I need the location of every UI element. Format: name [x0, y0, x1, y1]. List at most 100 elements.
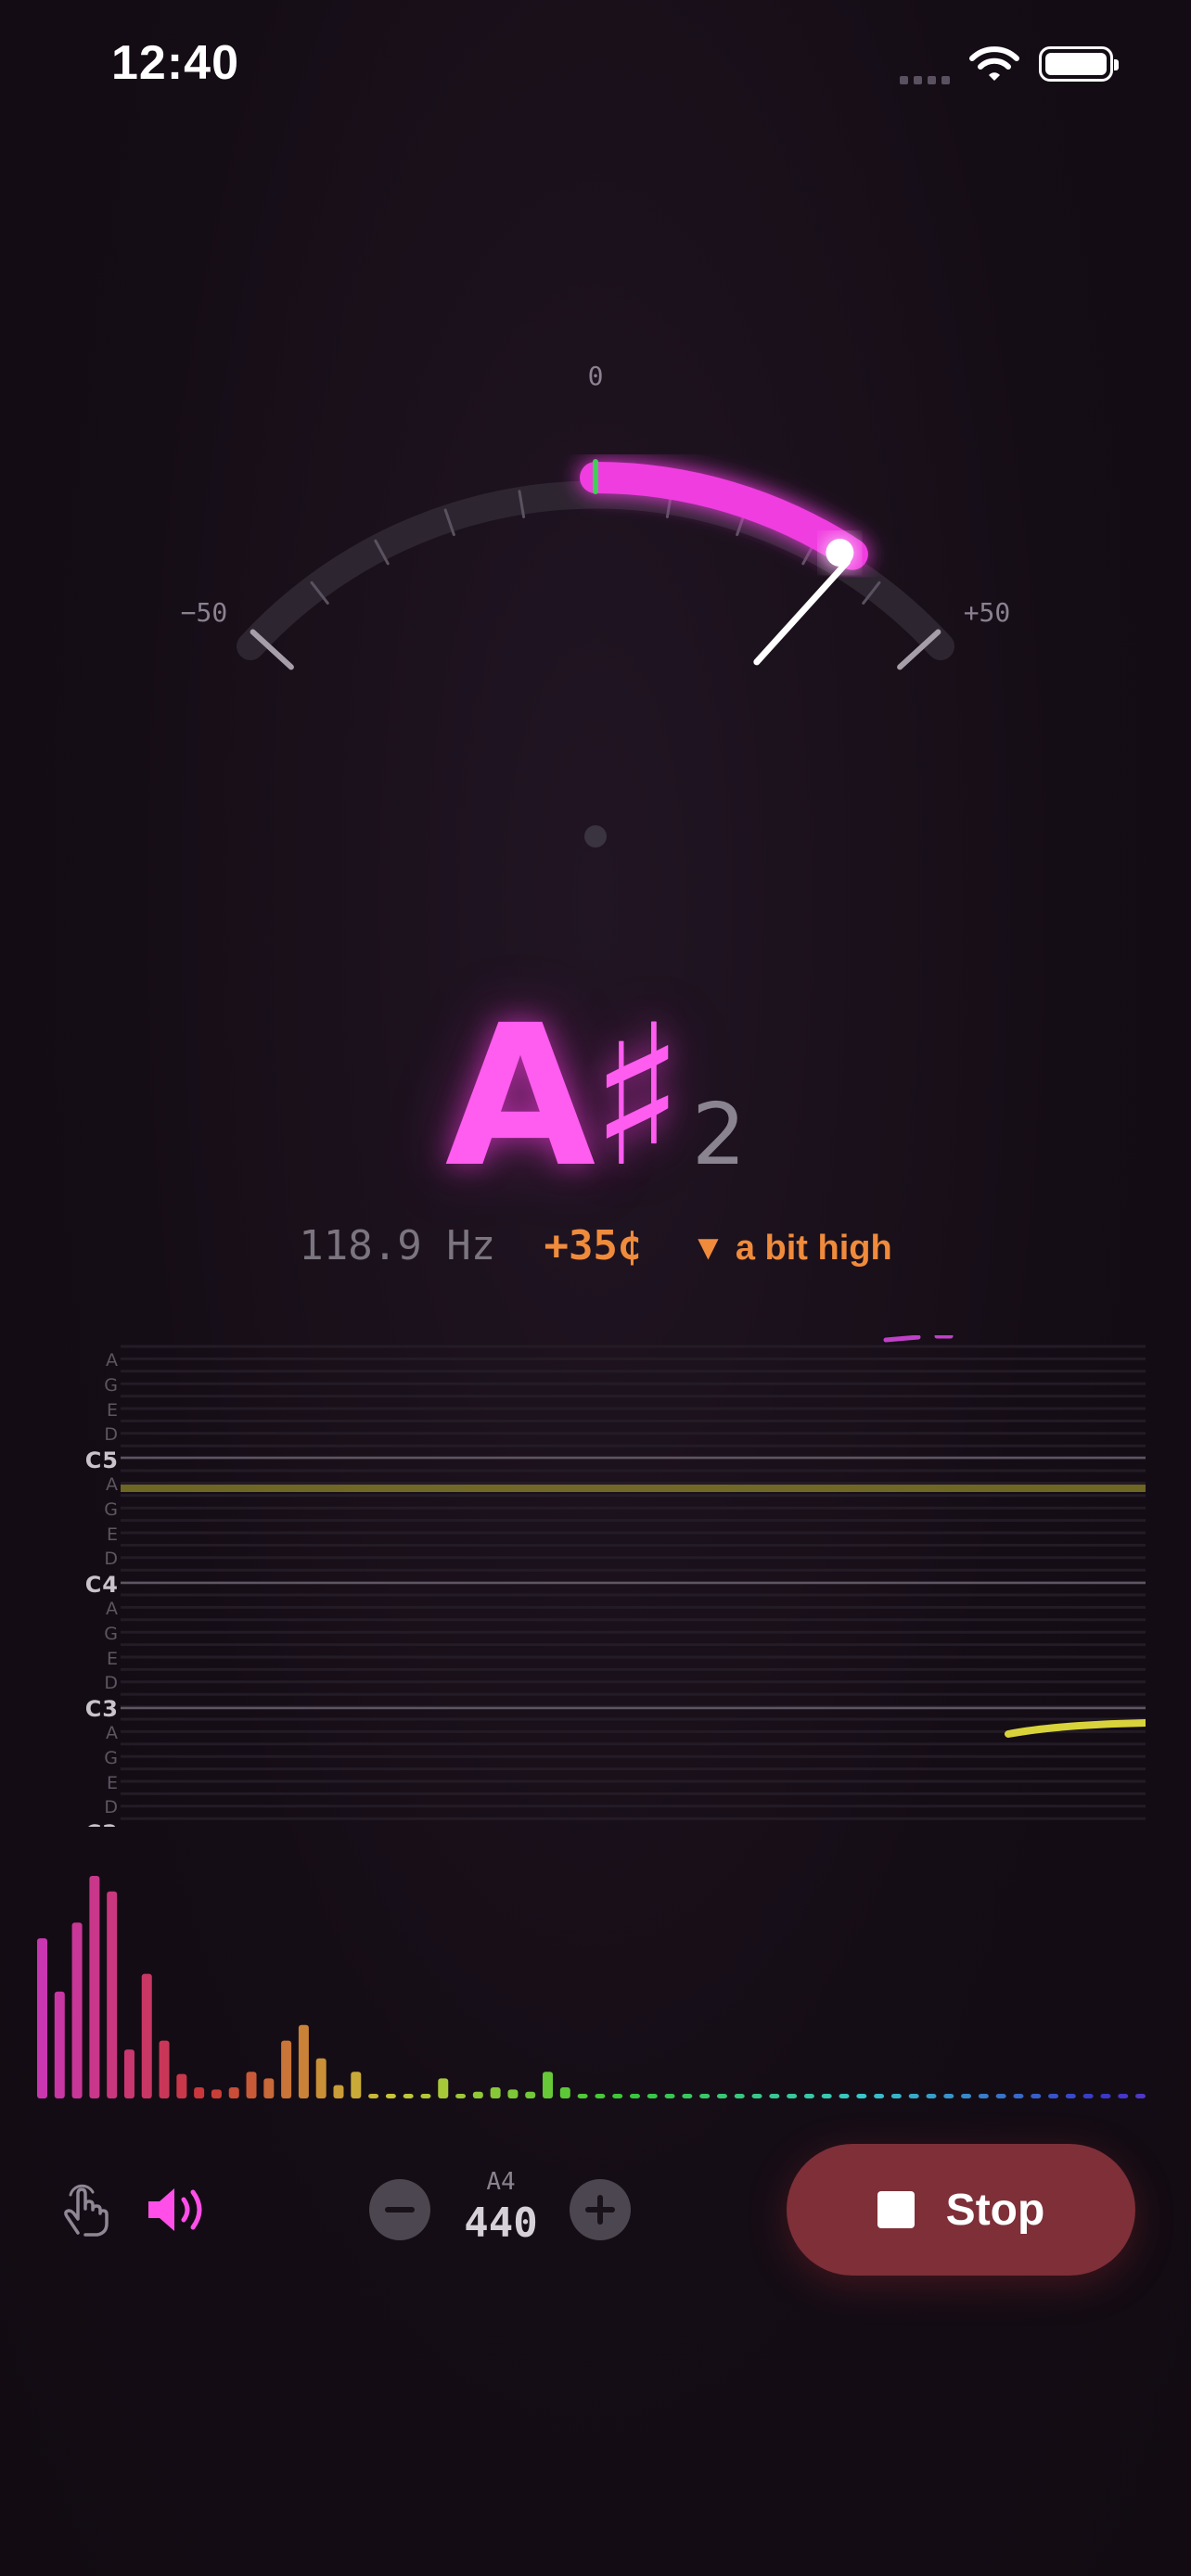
spectrum-bar [647, 2094, 658, 2098]
spectrum-bar [71, 1922, 83, 2098]
staff-label: C4 [84, 1572, 119, 1599]
spectrum-bar [612, 2094, 623, 2098]
spectrum-bar [351, 2072, 362, 2098]
spectrum-bar [438, 2078, 449, 2098]
staff-label: A [106, 1599, 119, 1619]
wifi-icon [969, 46, 1019, 81]
staff-labels: AGEDC5AGEDC4AGEDC3AGEDC2 [54, 1335, 119, 1827]
spectrum-bar [368, 2094, 379, 2098]
spectrum-bar [525, 2091, 536, 2098]
spectrum-bar [246, 2072, 257, 2098]
touch-mode-icon[interactable] [54, 2179, 115, 2240]
spectrum-bar [543, 2072, 554, 2098]
spectrum-bar [228, 2087, 239, 2098]
spectrum-bar [577, 2094, 588, 2098]
spectrum-bar [1082, 2094, 1094, 2098]
spectrum-bar [1135, 2094, 1146, 2098]
spectrum-bar [890, 2094, 902, 2098]
spectrum-bar [716, 2094, 727, 2098]
history-band-highlight [121, 1485, 1146, 1492]
spectrum-bar [490, 2087, 501, 2098]
staff-label: D [104, 1797, 119, 1818]
note-name: A♯ [444, 983, 685, 1210]
spectrum-bar [734, 2094, 745, 2098]
spectrum-bar [1065, 2094, 1076, 2098]
staff-label: D [104, 1549, 119, 1570]
staff-label: G [104, 1747, 119, 1768]
staff-label: E [106, 1648, 119, 1669]
spectrum-bar [751, 2094, 762, 2098]
spectrum-bar [89, 1876, 100, 2098]
spectrum-bar [455, 2094, 467, 2098]
cellular-signal-icon [900, 72, 955, 89]
tuning-direction: ▼ a bit high [690, 1229, 892, 1268]
spectrum-bar [159, 2040, 170, 2098]
staff-label: A [106, 1350, 119, 1371]
spectrum-bar [682, 2094, 693, 2098]
spectrum-bar [1031, 2094, 1042, 2098]
reference-note-label: A4 [486, 2168, 516, 2196]
gauge-needle [753, 558, 851, 666]
spectrum-bar [263, 2078, 275, 2098]
spectrum-bar [194, 2087, 205, 2098]
gauge-label-right: +50 [964, 597, 1011, 628]
spectrum-bar [37, 1938, 47, 2098]
history-trace-high [883, 1335, 921, 1343]
staff-label: G [104, 1623, 119, 1644]
battery-icon [1039, 46, 1119, 82]
staff-label: G [104, 1374, 119, 1396]
spectrum-bar [821, 2094, 832, 2098]
spectrum-bar [874, 2094, 885, 2098]
staff-label: E [106, 1524, 119, 1545]
status-time: 12:40 [111, 36, 239, 90]
pitch-history-graph [121, 1335, 1146, 1820]
spectrum-bar [385, 2094, 396, 2098]
spectrum-bar [803, 2094, 814, 2098]
spectrum-bar [123, 2049, 134, 2098]
tuner-gauge: 0 −50 +50 [181, 361, 1011, 848]
spectrum-bar [769, 2094, 780, 2098]
spectrum-bar [141, 1973, 152, 2098]
reference-frequency: 440 [464, 2200, 538, 2247]
note-octave: 2 [691, 1085, 747, 1184]
gauge-label-center: 0 [588, 361, 604, 391]
spectrum-bar [839, 2094, 850, 2098]
staff-label: D [104, 1424, 119, 1446]
detected-note: A♯ 2 [0, 983, 1191, 1210]
spectrum-bar [298, 2024, 309, 2098]
gauge-needle-tip [826, 539, 854, 567]
gauge-label-left: −50 [181, 597, 228, 628]
spectrum-bar [315, 2058, 327, 2098]
increase-reference-button[interactable] [570, 2179, 631, 2240]
decrease-reference-button[interactable] [369, 2179, 430, 2240]
spectrum-bar [629, 2094, 640, 2098]
staff-label: A [106, 1474, 119, 1495]
spectrum-bar [1118, 2094, 1129, 2098]
spectrum-bar [1048, 2094, 1059, 2098]
gauge-pivot [584, 825, 607, 848]
spectrum-bar [472, 2091, 483, 2098]
spectrum-bar [176, 2073, 187, 2098]
stop-label: Stop [945, 2185, 1045, 2235]
spectrum-bar [699, 2094, 711, 2098]
spectrum-analyzer [37, 1876, 1146, 2098]
staff-label: C5 [84, 1447, 119, 1474]
staff-label: E [106, 1399, 119, 1421]
stop-button[interactable]: Stop [787, 2144, 1135, 2276]
spectrum-bar [943, 2094, 954, 2098]
speaker-icon[interactable] [145, 2181, 211, 2238]
stop-icon [877, 2191, 915, 2228]
spectrum-bar [420, 2094, 431, 2098]
spectrum-bar [333, 2085, 344, 2098]
spectrum-bar [403, 2094, 414, 2098]
spectrum-bar [107, 1891, 118, 2098]
staff-label: C3 [84, 1696, 119, 1723]
staff-label: C2 [85, 1820, 119, 1827]
spectrum-bar [978, 2094, 989, 2098]
pitch-readout: 118.9 Hz +35¢ ▼ a bit high [0, 1222, 1191, 1269]
spectrum-bar [664, 2094, 675, 2098]
spectrum-bar [995, 2094, 1006, 2098]
spectrum-bar [1100, 2094, 1111, 2098]
spectrum-bar [961, 2094, 972, 2098]
spectrum-bar [559, 2087, 570, 2098]
